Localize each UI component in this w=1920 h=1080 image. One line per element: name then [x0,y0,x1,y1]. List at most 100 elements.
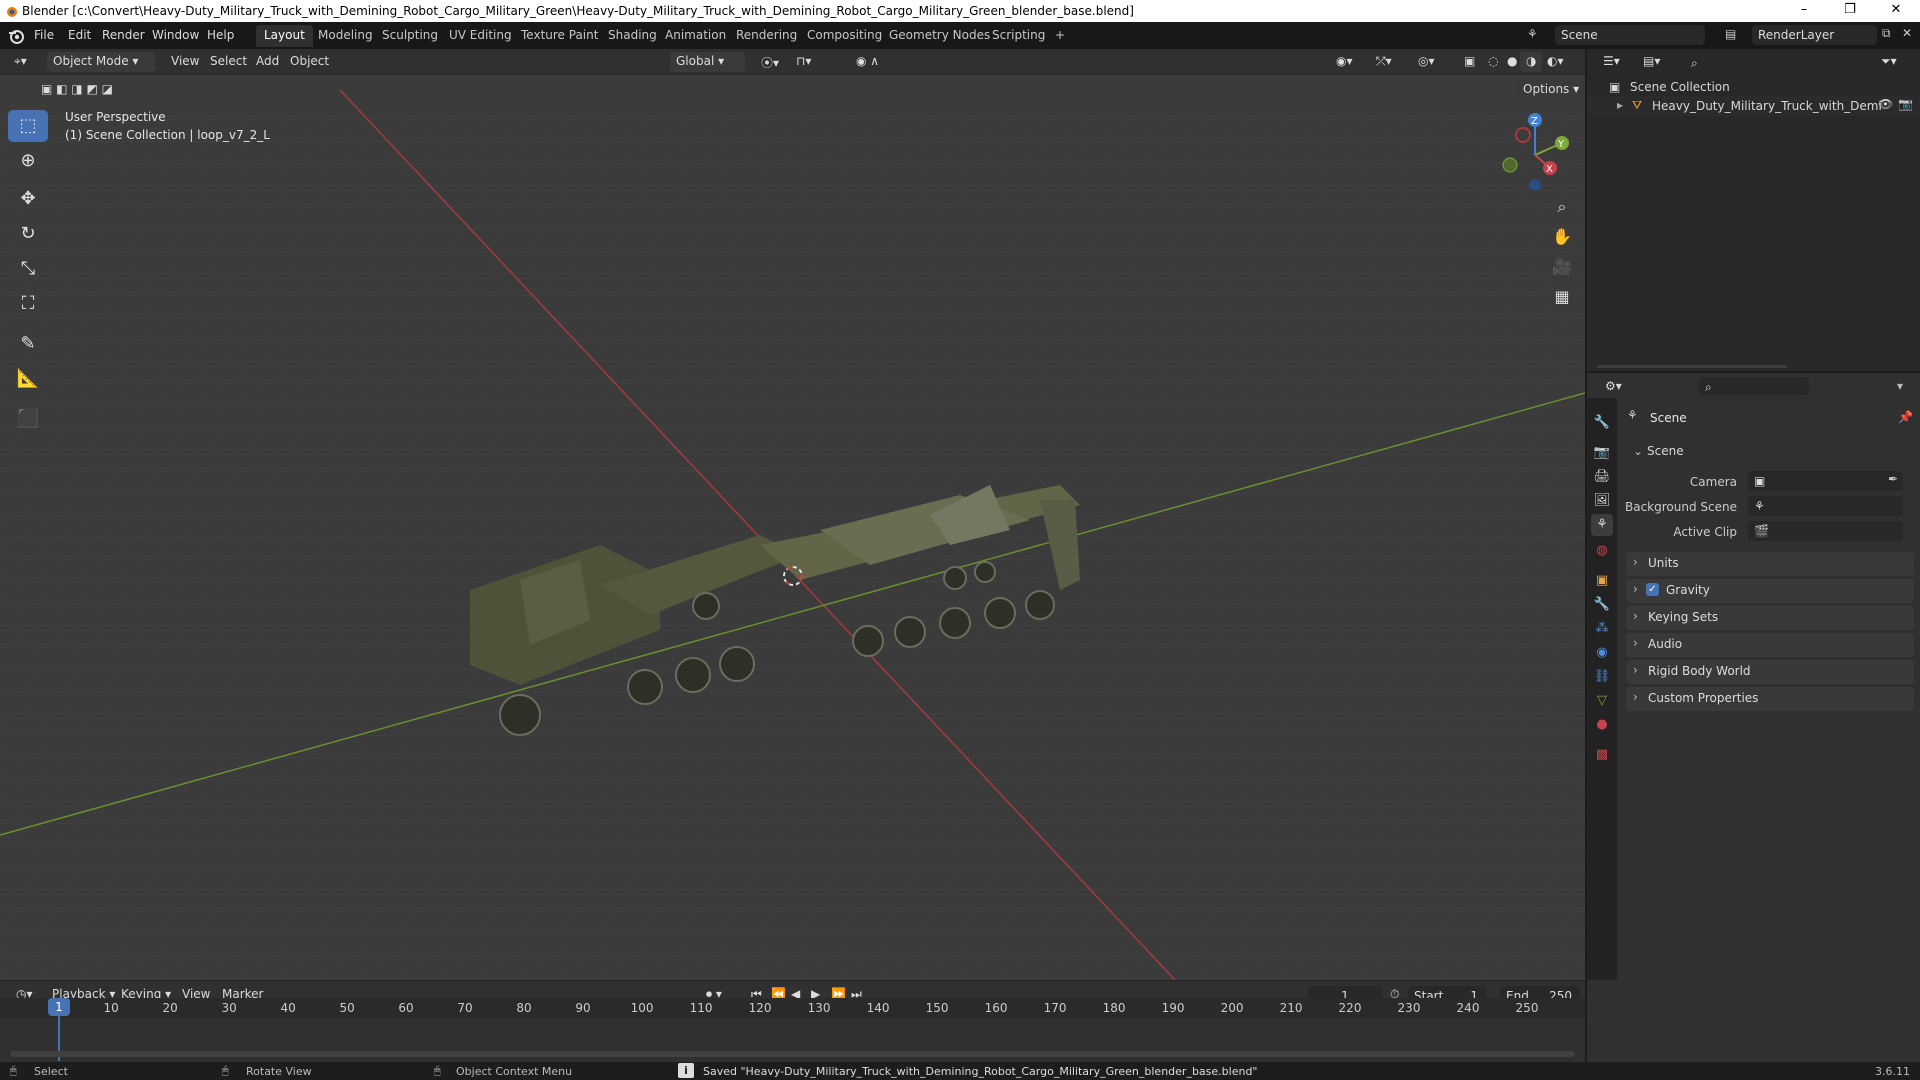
menu-render[interactable]: Render [102,28,145,42]
scale-tool-icon[interactable]: ⤡ [8,253,48,285]
timeline-scrollbar[interactable] [10,1051,1575,1057]
scene-selector[interactable]: Scene [1555,25,1705,45]
outliner-editor-icon[interactable]: ☰▾ [1597,52,1626,72]
data-tab-icon[interactable]: ▽ [1591,690,1613,712]
outliner-item-name[interactable]: Heavy_Duty_Military_Truck_with_Demi [1652,99,1882,113]
xray-icon[interactable]: ▣ [1458,52,1481,72]
blender-menu-icon[interactable] [8,28,24,44]
zoom-icon[interactable]: ⌕ [1548,193,1576,221]
annotate-tool-icon[interactable]: ✎ [8,328,48,360]
outliner-search-input[interactable]: ⌕ [1685,53,1775,71]
mode-selector[interactable]: Object Mode ▾ [47,52,155,72]
tab-scripting[interactable]: Scripting [984,25,1053,47]
new-renderlayer-icon[interactable]: ⧉ [1882,26,1891,41]
material-tab-icon[interactable]: ● [1591,714,1613,736]
render-tab-icon[interactable]: 📷 [1591,442,1613,464]
object-tab-icon[interactable]: ▣ [1591,570,1613,592]
tab-texture-paint[interactable]: Texture Paint [513,25,606,47]
select-box-mode[interactable]: ▣ ◧ ◨ ◩ ◪ [35,80,119,100]
visibility-icon[interactable]: ◉▾ [1330,52,1359,72]
3d-viewport[interactable]: User Perspective (1) Scene Collection | … [0,75,1585,980]
menu-edit[interactable]: Edit [68,28,91,42]
rendered-shading-icon[interactable]: ◐▾ [1541,52,1570,72]
world-tab-icon[interactable]: ◍ [1591,540,1613,562]
tab-modeling[interactable]: Modeling [310,25,381,47]
gizmo-toggle-icon[interactable]: ⤱▾ [1370,52,1398,72]
visibility-eye-icon[interactable]: 👁 [1878,97,1893,111]
keying-sets-panel[interactable]: › Keying Sets [1626,606,1914,630]
close-button[interactable]: ✕ [1873,0,1919,22]
transform-tool-icon[interactable]: ⛶ [8,288,48,320]
particles-tab-icon[interactable]: ⁂ [1591,618,1613,640]
properties-options-icon[interactable]: ▾ [1897,379,1903,393]
tab-animation[interactable]: Animation [657,25,734,47]
tab-uv-editing[interactable]: UV Editing [441,25,520,47]
select-box-tool-icon[interactable]: ⬚ [8,110,48,142]
constraints-tab-icon[interactable]: ⛓ [1591,666,1613,688]
camera-field[interactable]: ▣ [1748,471,1903,491]
orientation-selector[interactable]: Global ▾ [670,52,745,72]
remove-renderlayer-icon[interactable]: ✕ [1902,26,1912,40]
menu-help[interactable]: Help [207,28,234,42]
options-dropdown[interactable]: Options ▾ [1517,80,1585,100]
proportional-edit-icon[interactable]: ◉ ∧ [850,52,885,72]
active-clip-field[interactable]: 🎬 [1748,521,1903,541]
move-tool-icon[interactable]: ✥ [8,183,48,215]
pin-icon[interactable]: 📌 [1898,410,1913,424]
perspective-grid-icon[interactable]: ▦ [1548,283,1576,311]
outliner-root[interactable]: Scene Collection [1630,80,1730,94]
cursor-tool-icon[interactable]: ⊕ [8,145,48,177]
outliner-scrollbar[interactable] [1597,365,1787,368]
filter-icon[interactable]: ⏷▾ [1875,52,1903,72]
rotate-tool-icon[interactable]: ↻ [8,218,48,250]
scene-section-title[interactable]: Scene [1647,444,1684,458]
renderlayer-selector[interactable]: RenderLayer [1752,25,1877,45]
properties-search-input[interactable]: ⌕ [1699,377,1809,395]
outliner-row[interactable]: ▸ ⛛ Heavy_Duty_Military_Truck_with_Demi … [1587,96,1920,116]
tab-geometry-nodes[interactable]: Geometry Nodes [881,25,998,47]
menu-file[interactable]: File [34,28,54,42]
units-panel[interactable]: › Units [1626,552,1914,576]
add-workspace-button[interactable]: + [1047,25,1073,47]
properties-editor-icon[interactable]: ⚙▾ [1599,377,1628,397]
gravity-panel[interactable]: › ✓ Gravity [1626,579,1914,603]
menu-view[interactable]: View [165,52,205,72]
display-mode-icon[interactable]: ▤▾ [1637,52,1666,72]
background-scene-field[interactable]: ⚘ [1748,496,1903,516]
material-shading-icon[interactable]: ◑ [1520,52,1543,72]
texture-tab-icon[interactable]: ▩ [1591,744,1613,766]
eyedropper-icon[interactable]: ✒ [1888,472,1898,486]
snap-icon[interactable]: ⊓▾ [790,52,817,72]
maximize-button[interactable]: ❐ [1827,0,1873,22]
scene-section-chevron-icon[interactable]: ⌄ [1633,444,1643,458]
physics-tab-icon[interactable]: ◉ [1591,642,1613,664]
menu-object[interactable]: Object [284,52,335,72]
editor-type-icon[interactable]: ⌖▾ [8,52,33,72]
camera-view-icon[interactable]: 🎥 [1548,253,1576,281]
tab-layout[interactable]: Layout [256,25,313,47]
minimize-button[interactable]: – [1781,0,1827,22]
pivot-icon[interactable]: ⦿▾ [755,52,785,72]
overlay-toggle-icon[interactable]: ◎▾ [1412,52,1441,72]
menu-add[interactable]: Add [250,52,285,72]
tool-tab-icon[interactable]: 🔧 [1591,412,1613,434]
tab-rendering[interactable]: Rendering [728,25,805,47]
playhead[interactable]: 1 [48,998,70,1016]
add-cube-tool-icon[interactable]: ⬛ [8,403,48,435]
gravity-checkbox[interactable]: ✓ [1646,583,1659,596]
modifier-tab-icon[interactable]: 🔧 [1591,594,1613,616]
audio-panel-label: Audio [1648,637,1683,651]
tab-shading[interactable]: Shading [600,25,665,47]
audio-panel[interactable]: › Audio [1626,633,1914,657]
rigid-body-world-panel[interactable]: › Rigid Body World [1626,660,1914,684]
expand-arrow-icon[interactable]: ▸ [1617,98,1623,112]
pan-hand-icon[interactable]: ✋ [1548,223,1576,251]
navigation-gizmo[interactable]: Z Y X [1490,110,1570,190]
tab-compositing[interactable]: Compositing [799,25,890,47]
menu-window[interactable]: Window [152,28,199,42]
custom-properties-panel[interactable]: › Custom Properties [1626,687,1914,711]
tab-sculpting[interactable]: Sculpting [374,25,446,47]
render-camera-icon[interactable]: 📷 [1898,97,1913,111]
menu-select[interactable]: Select [204,52,253,72]
measure-tool-icon[interactable]: 📐 [8,363,48,395]
